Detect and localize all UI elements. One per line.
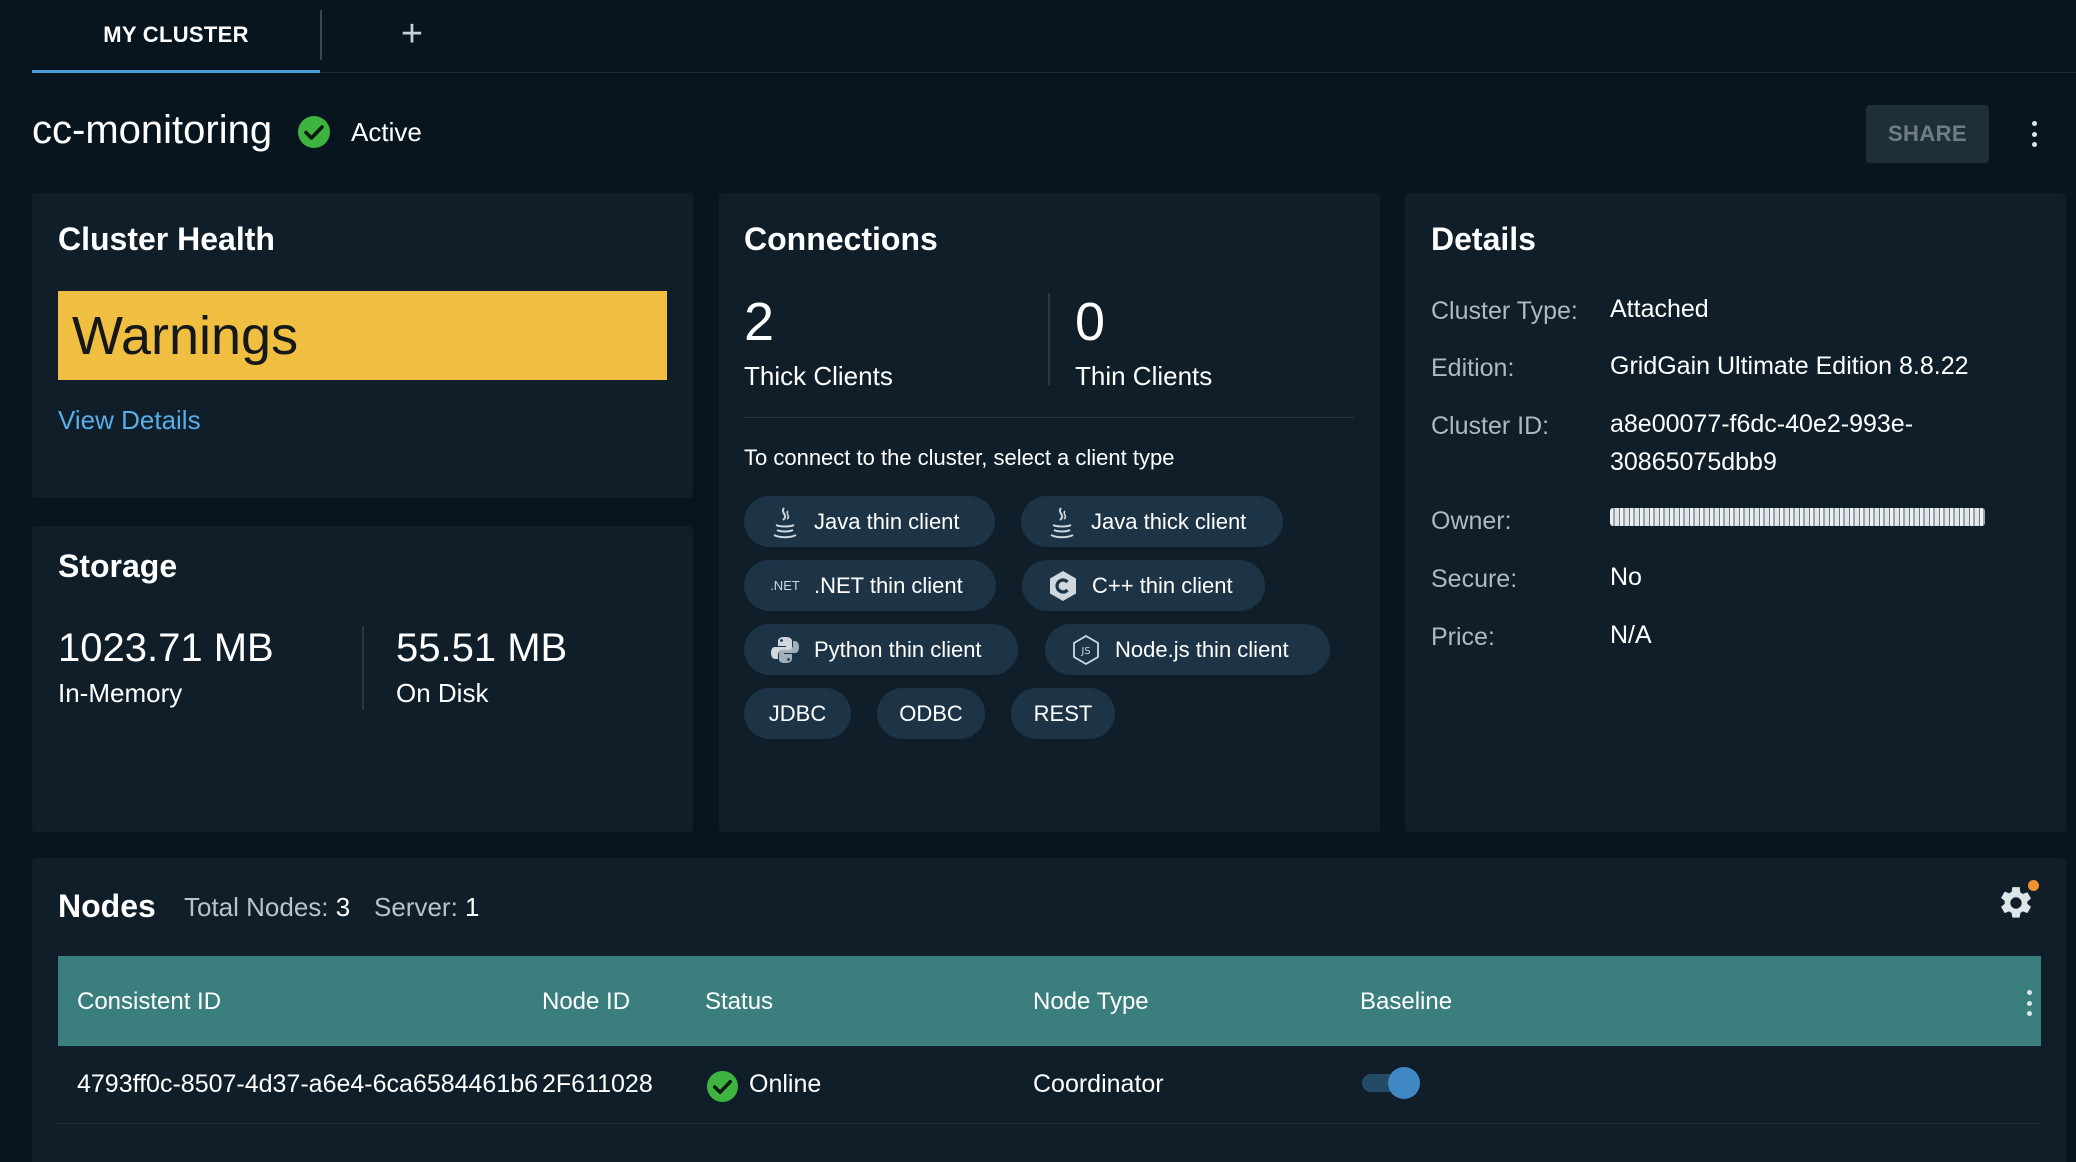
- java-icon: [1045, 505, 1079, 539]
- row-status: Online: [749, 1070, 822, 1098]
- connections-title: Connections: [744, 221, 938, 257]
- storage-divider: [362, 626, 364, 710]
- check-circle-icon: [298, 116, 330, 148]
- share-button[interactable]: SHARE: [1866, 105, 1989, 163]
- storage-title: Storage: [58, 548, 178, 584]
- thick-clients-value: 2: [744, 292, 775, 352]
- rest-button[interactable]: REST: [1011, 688, 1115, 739]
- owner-key: Owner:: [1431, 507, 1512, 535]
- add-tab-button[interactable]: +: [392, 14, 432, 54]
- more-options-icon[interactable]: [2028, 121, 2040, 147]
- column-status[interactable]: Status: [705, 988, 773, 1016]
- thin-clients-value: 0: [1075, 292, 1106, 352]
- row-consistent-id: 4793ff0c-8507-4d37-a6e4-6ca6584461b6: [77, 1070, 539, 1098]
- total-nodes: Total Nodes: 3: [184, 892, 350, 923]
- table-row[interactable]: 4793ff0c-8507-4d37-a6e4-6ca6584461b6 2F6…: [58, 1046, 2041, 1124]
- server-nodes-value: 1: [465, 892, 480, 922]
- nodes-card: Nodes Total Nodes: 3 Server: 1 Consisten…: [32, 858, 2066, 1162]
- nodes-title: Nodes: [58, 888, 156, 924]
- details-title: Details: [1431, 221, 1536, 257]
- storage-card: Storage 1023.71 MB In-Memory 55.51 MB On…: [32, 526, 693, 832]
- tab-bar: MY CLUSTER +: [32, 0, 2076, 73]
- dotnet-icon: .NET: [770, 578, 800, 593]
- column-node-id[interactable]: Node ID: [542, 988, 630, 1016]
- baseline-toggle[interactable]: [1360, 1066, 1420, 1100]
- on-disk-label: On Disk: [396, 678, 489, 708]
- java-thin-client-label: Java thin client: [814, 508, 960, 534]
- rest-label: REST: [1033, 700, 1093, 726]
- total-nodes-value: 3: [335, 892, 351, 922]
- column-options-icon[interactable]: [2024, 990, 2034, 1016]
- odbc-button[interactable]: ODBC: [877, 688, 985, 739]
- in-memory-value: 1023.71 MB: [58, 626, 274, 670]
- jdbc-button[interactable]: JDBC: [744, 688, 851, 739]
- jdbc-label: JDBC: [768, 700, 827, 726]
- java-thick-client-label: Java thick client: [1091, 508, 1247, 534]
- column-baseline[interactable]: Baseline: [1360, 988, 1452, 1016]
- health-state-banner: Warnings: [58, 291, 667, 380]
- connections-divider: [1048, 293, 1050, 385]
- nodejs-thin-client-label: Node.js thin client: [1115, 636, 1289, 662]
- cpp-thin-client-label: C++ thin client: [1092, 572, 1233, 598]
- owner-redacted-value: [1610, 508, 1985, 526]
- cluster-id-value: a8e00077-f6dc-40e2-993e-30865075dbb9: [1610, 410, 1914, 476]
- python-icon: [768, 633, 802, 667]
- in-memory-label: In-Memory: [58, 678, 183, 708]
- edition-value: GridGain Ultimate Edition 8.8.22: [1610, 352, 1969, 380]
- page-title: cc-monitoring: [32, 108, 273, 152]
- details-card: Details Cluster Type: Attached Edition: …: [1405, 193, 2066, 832]
- cluster-type-value: Attached: [1610, 295, 1709, 323]
- view-details-link[interactable]: View Details: [58, 405, 201, 436]
- settings-notification-badge: [2028, 880, 2039, 891]
- column-node-type[interactable]: Node Type: [1033, 988, 1149, 1016]
- java-icon: [768, 505, 802, 539]
- connections-separator: [744, 417, 1354, 418]
- tab-my-cluster[interactable]: MY CLUSTER: [32, 0, 320, 73]
- cluster-health-title: Cluster Health: [58, 221, 275, 257]
- connect-hint: To connect to the cluster, select a clie…: [744, 445, 1175, 470]
- price-value: N/A: [1610, 621, 1652, 649]
- row-node-type: Coordinator: [1033, 1070, 1164, 1098]
- nodejs-thin-client-button[interactable]: JS Node.js thin client: [1045, 624, 1330, 675]
- java-thin-client-button[interactable]: Java thin client: [744, 496, 995, 547]
- nodes-table-header: Consistent ID Node ID Status Node Type B…: [58, 956, 2041, 1046]
- baseline-toggle-knob: [1388, 1067, 1420, 1099]
- tab-divider: [320, 10, 322, 60]
- secure-value: No: [1610, 563, 1642, 591]
- cpp-thin-client-button[interactable]: C++ thin client: [1022, 560, 1265, 611]
- cluster-type-key: Cluster Type:: [1431, 297, 1578, 325]
- python-thin-client-label: Python thin client: [814, 636, 982, 662]
- server-nodes: Server: 1: [374, 892, 480, 923]
- total-nodes-label: Total Nodes:: [184, 892, 329, 922]
- svg-text:JS: JS: [1080, 646, 1090, 657]
- java-thick-client-button[interactable]: Java thick client: [1021, 496, 1283, 547]
- cluster-health-card: Cluster Health Warnings View Details: [32, 193, 693, 498]
- price-key: Price:: [1431, 623, 1495, 651]
- odbc-label: ODBC: [899, 700, 963, 726]
- cluster-id-key: Cluster ID:: [1431, 412, 1550, 440]
- secure-key: Secure:: [1431, 565, 1518, 593]
- python-thin-client-button[interactable]: Python thin client: [744, 624, 1018, 675]
- column-consistent-id[interactable]: Consistent ID: [77, 988, 221, 1016]
- on-disk-value: 55.51 MB: [396, 626, 568, 670]
- nodejs-icon: JS: [1069, 633, 1103, 667]
- thick-clients-label: Thick Clients: [744, 361, 893, 391]
- edition-key: Edition:: [1431, 354, 1515, 382]
- connections-card: Connections 2 Thick Clients 0 Thin Clien…: [719, 193, 1380, 832]
- server-nodes-label: Server:: [374, 892, 458, 922]
- cpp-icon: [1046, 569, 1080, 603]
- thin-clients-label: Thin Clients: [1075, 361, 1213, 391]
- cluster-status: Active: [351, 117, 422, 147]
- dotnet-thin-client-button[interactable]: .NET .NET thin client: [744, 560, 996, 611]
- row-node-id: 2F611028: [542, 1070, 653, 1098]
- dotnet-thin-client-label: .NET thin client: [814, 572, 963, 598]
- check-circle-icon: [706, 1070, 739, 1103]
